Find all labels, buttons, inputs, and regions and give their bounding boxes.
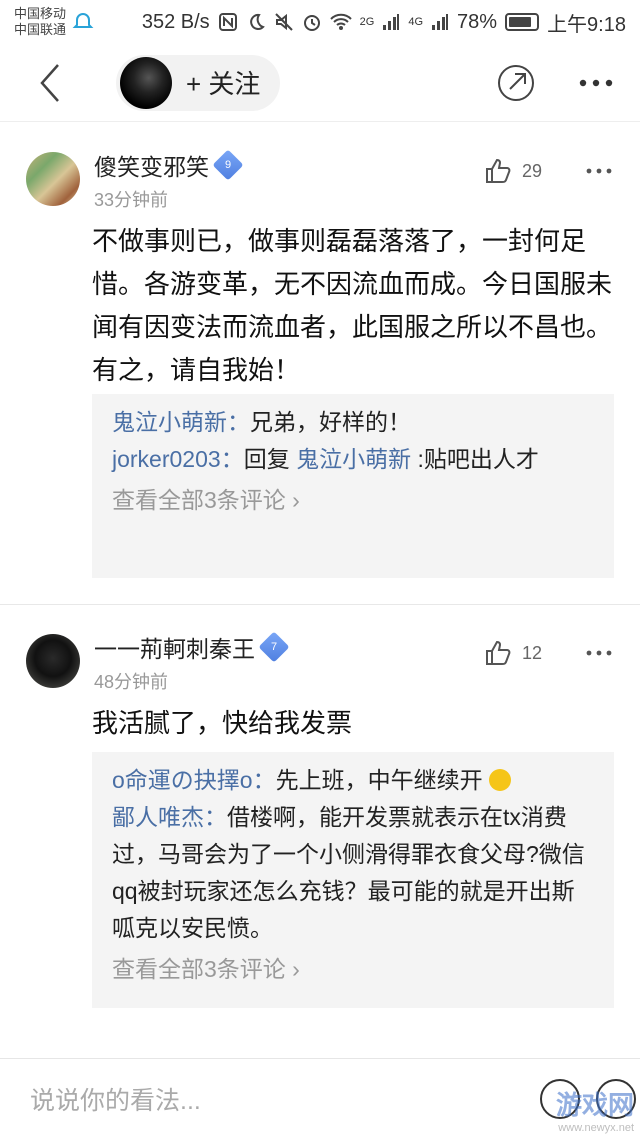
like-count: 29 [521,160,542,181]
moon-icon [249,13,265,30]
author-avatar [120,56,172,109]
comment-item: 傻笑变邪笑 9 33分钟前 29 不做事则已，做事则磊磊落落了，一封何足惜。各游… [0,122,640,604]
comment-body: 我活腻了，快给我发票 [92,708,353,738]
back-button[interactable] [24,57,76,109]
username-text: 一一荊軻刺秦王 [94,636,255,662]
more-dots-icon [579,79,613,86]
level-badge: 9 [212,149,244,181]
follow-button[interactable]: + 关注 [116,54,280,111]
username[interactable]: 傻笑变邪笑 9 [94,148,244,182]
thumbs-up-icon [485,158,511,183]
like-button[interactable]: 29 [484,158,542,184]
carrier-2: 中国联通 [14,22,67,37]
battery-percent: 78% [457,10,498,33]
mute-icon [274,13,293,31]
view-all-comments-link[interactable]: 查看全部3条评论 › [112,951,594,988]
watermark: 游戏网 www.newyx.net [555,1090,634,1134]
reply-text: 兄弟，好样的！ [250,409,411,435]
reply-author[interactable]: 鄙人唯杰 [112,804,204,830]
user-avatar[interactable] [26,634,80,688]
comment-more-icon[interactable] [586,166,612,176]
nfc-icon [218,13,237,31]
status-right: 352 B/s 2G 4G 78% 上午9:18 [142,8,626,37]
like-button[interactable]: 12 [484,640,542,666]
like-count: 12 [521,642,542,663]
reply-item[interactable]: o命運の抉擇o：先上班，中午继续开 [112,762,594,799]
battery-icon [505,13,540,31]
smile-emoji-icon [488,769,511,791]
thumbs-up-icon [485,640,511,665]
reply-text: 先上班，中午继续开 [275,767,483,793]
level-badge: 7 [258,631,290,663]
comment-time: 33分钟前 [94,190,169,210]
reply-box[interactable]: o命運の抉擇o：先上班，中午继续开 鄙人唯杰：借楼啊，能开发票就表示在tx消费过… [92,752,614,1008]
username[interactable]: 一一荊軻刺秦王 7 [94,630,290,664]
carrier-info: 中国移动 中国联通 [14,6,66,38]
status-bar: 中国移动 中国联通 352 B/s 2G 4G 78% 上午9:18 [0,0,640,44]
reply-box[interactable]: 鬼泣小萌新：兄弟，好样的！ jorker0203：回复 鬼泣小萌新 :贴吧出人才… [92,394,614,578]
comment-item: 一一荊軻刺秦王 7 48分钟前 12 我活腻了，快给我发票 o命運の抉擇o：先上… [0,606,640,1034]
view-all-comments-link[interactable]: 查看全部3条评论 › [112,482,594,519]
reply-word: 回复 [243,446,290,472]
clock: 上午9:18 [547,13,626,36]
more-button[interactable] [578,61,614,105]
comment-input[interactable]: 说说你的看法... [30,1081,201,1117]
reply-author[interactable]: jorker0203 [112,446,221,472]
reply-author[interactable]: o命運の抉擇o [112,767,253,793]
nav-bar: + 关注 [0,44,640,122]
reply-item[interactable]: 鄙人唯杰：借楼啊，能开发票就表示在tx消费过，马哥会为了一个小侧滑得罪衣食父母?… [112,799,594,947]
share-button[interactable] [494,61,538,105]
carrier-1: 中国移动 [14,6,67,21]
reply-target[interactable]: 鬼泣小萌新 [296,446,411,472]
wifi-icon [329,13,352,30]
follow-label: + 关注 [186,69,261,99]
username-text: 傻笑变邪笑 [94,154,209,180]
alarm-icon [303,15,320,31]
net1-label: 2G [359,16,375,28]
notification-icon [72,12,94,28]
comment-time: 48分钟前 [94,672,169,692]
comment-input-bar: 说说你的看法... 游戏网 www.newyx.net [0,1058,640,1138]
user-avatar[interactable] [26,152,80,206]
share-icon [498,64,534,101]
reply-author[interactable]: 鬼泣小萌新 [112,409,227,435]
comment-body: 不做事则已，做事则磊磊落落了，一封何足惜。各游变革，无不因流血而成。今日国服未闻… [92,226,613,385]
chevron-left-icon [40,63,59,102]
signal-icon-2 [432,14,449,30]
net2-label: 4G [408,16,424,28]
reply-text: :贴吧出人才 [417,446,539,472]
reply-item[interactable]: jorker0203：回复 鬼泣小萌新 :贴吧出人才 [112,441,594,478]
signal-icon-1 [383,14,400,30]
comment-more-icon[interactable] [586,648,612,658]
reply-item[interactable]: 鬼泣小萌新：兄弟，好样的！ [112,404,594,441]
network-speed: 352 B/s [141,10,210,33]
comment-divider [0,604,640,605]
